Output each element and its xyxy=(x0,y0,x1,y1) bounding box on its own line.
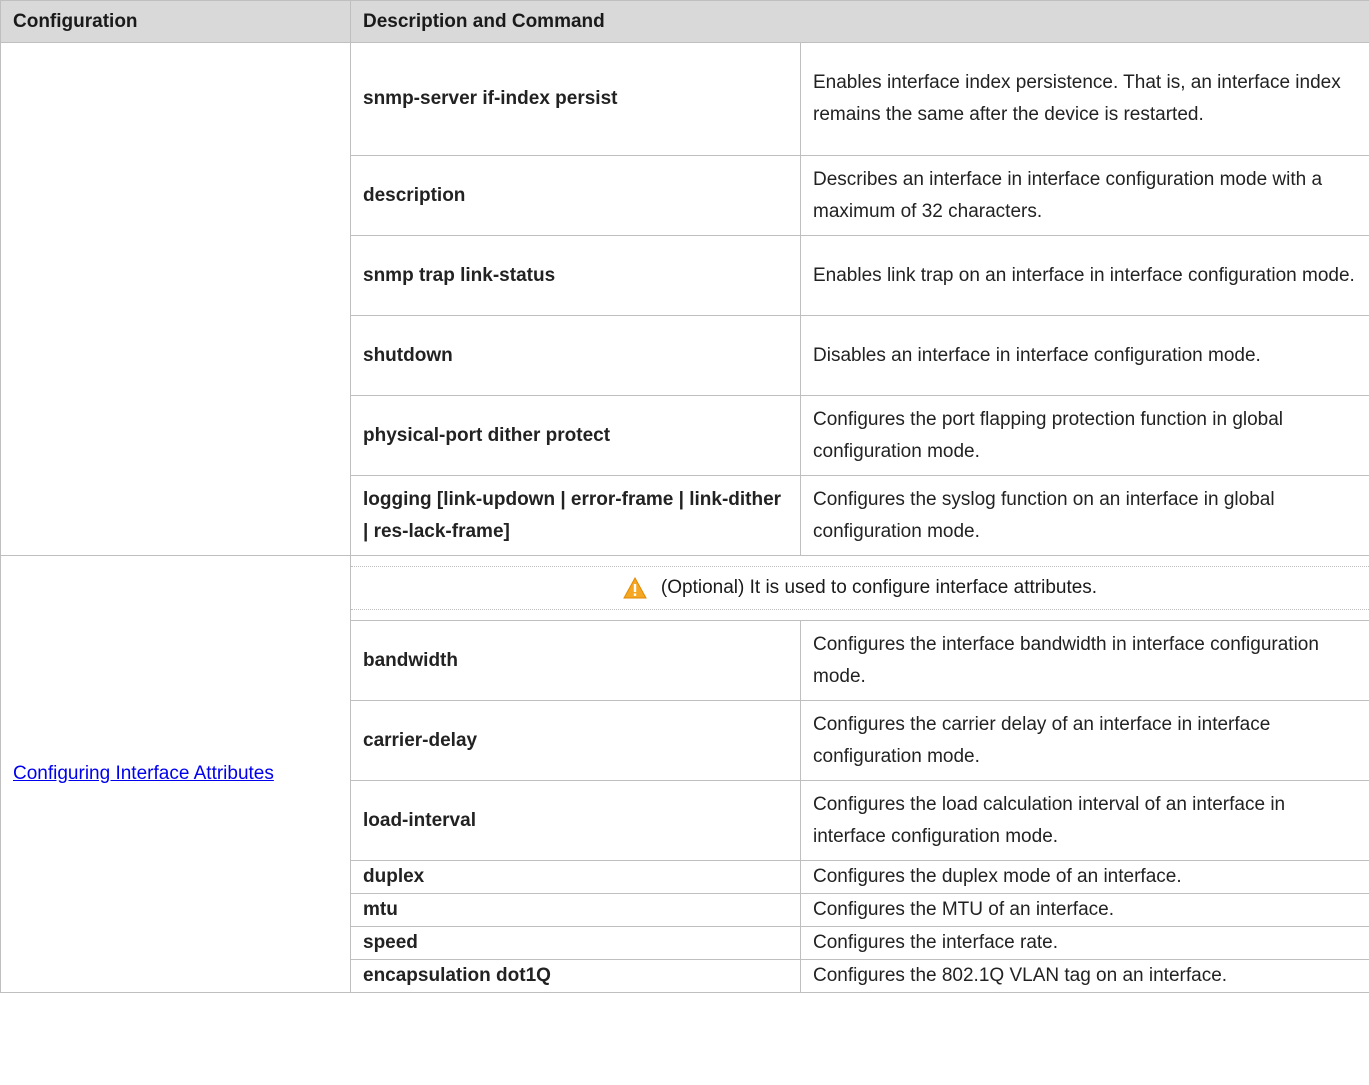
document-page: Configuration Description and Command sn… xyxy=(0,0,1369,1085)
note-row: Configuring Interface Attributes (Option… xyxy=(0,555,1369,993)
command-cell: physical-port dither protect xyxy=(350,395,801,476)
description-cell: Enables link trap on an interface in int… xyxy=(800,235,1369,316)
configuration-table: Configuration Description and Command sn… xyxy=(0,0,1369,993)
command-cell: speed xyxy=(350,926,801,960)
note-text: (Optional) It is used to configure inter… xyxy=(660,577,1098,598)
header-description-and-command: Description and Command xyxy=(350,0,1369,43)
configuration-cell: Configuring Interface Attributes xyxy=(0,555,351,993)
command-cell: description xyxy=(350,155,801,236)
command-cell: duplex xyxy=(350,860,801,894)
description-cell: Configures the 802.1Q VLAN tag on an int… xyxy=(800,959,1369,993)
description-cell: Describes an interface in interface conf… xyxy=(800,155,1369,236)
table-header-row: Configuration Description and Command xyxy=(0,0,1369,43)
warning-icon xyxy=(623,577,647,599)
note-box: (Optional) It is used to configure inter… xyxy=(351,566,1369,610)
command-cell: snmp-server if-index persist xyxy=(350,42,801,156)
description-cell: Configures the interface rate. xyxy=(800,926,1369,960)
table-row: snmp-server if-index persist Enables int… xyxy=(0,42,1369,556)
command-cell: logging [link-updown | error-frame | lin… xyxy=(350,475,801,556)
command-cell: mtu xyxy=(350,893,801,927)
configuring-interface-attributes-link[interactable]: Configuring Interface Attributes xyxy=(13,763,274,784)
description-cell: Configures the MTU of an interface. xyxy=(800,893,1369,927)
command-cell: carrier-delay xyxy=(350,700,801,781)
command-cell: load-interval xyxy=(350,780,801,861)
note-cell: (Optional) It is used to configure inter… xyxy=(350,555,1369,621)
description-cell: Configures the carrier delay of an inter… xyxy=(800,700,1369,781)
configuration-cell-empty xyxy=(0,42,351,556)
command-cell: bandwidth xyxy=(350,620,801,701)
command-cell: encapsulation dot1Q xyxy=(350,959,801,993)
command-cell: snmp trap link-status xyxy=(350,235,801,316)
description-cell: Configures the port flapping protection … xyxy=(800,395,1369,476)
description-cell: Configures the syslog function on an int… xyxy=(800,475,1369,556)
header-configuration: Configuration xyxy=(0,0,351,43)
description-cell: Configures the interface bandwidth in in… xyxy=(800,620,1369,701)
description-cell: Disables an interface in interface confi… xyxy=(800,315,1369,396)
description-cell: Enables interface index persistence. Tha… xyxy=(800,42,1369,156)
description-cell: Configures the duplex mode of an interfa… xyxy=(800,860,1369,894)
description-cell: Configures the load calculation interval… xyxy=(800,780,1369,861)
command-cell: shutdown xyxy=(350,315,801,396)
